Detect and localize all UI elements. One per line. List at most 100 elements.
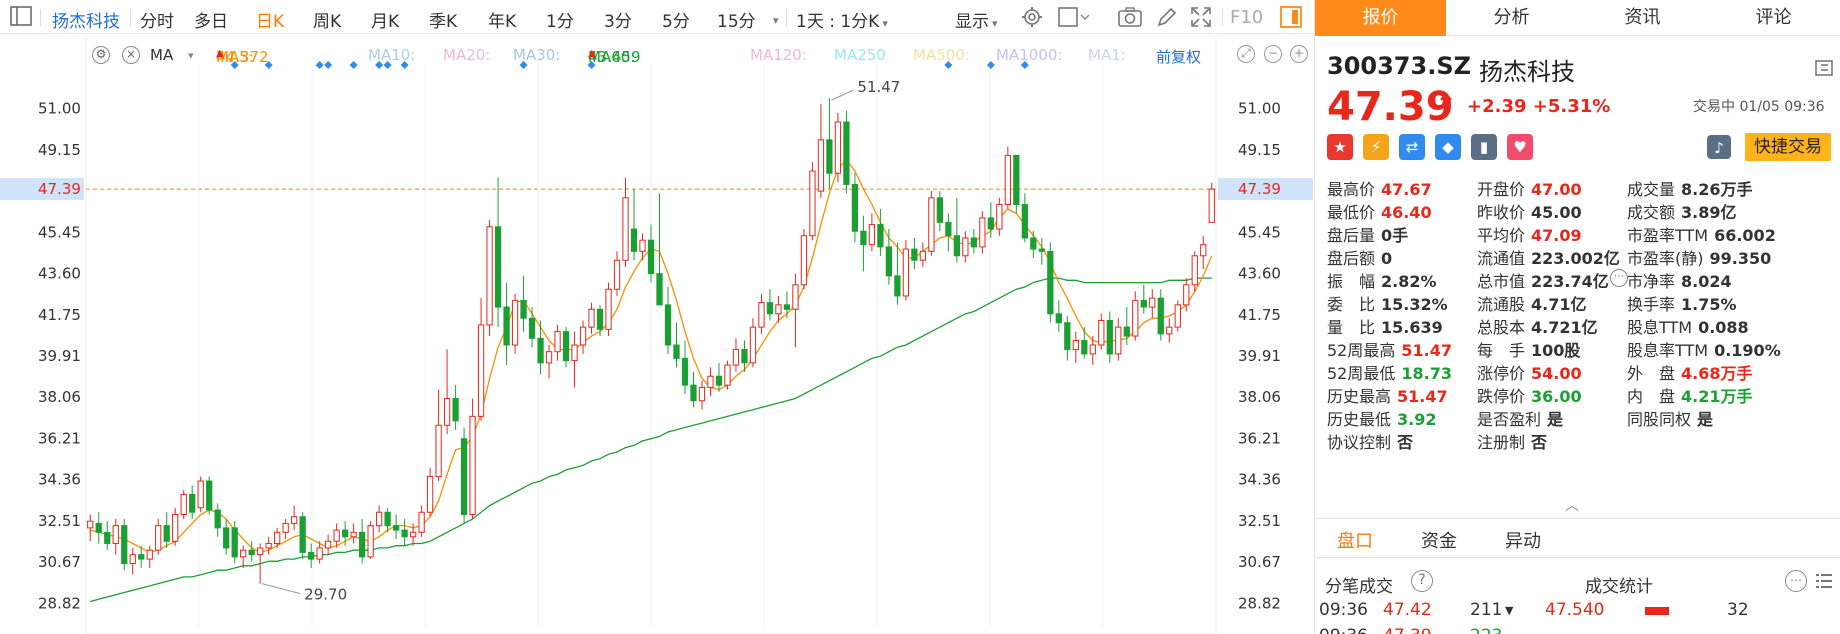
cn-flag-icon[interactable]: ★ <box>1327 134 1353 160</box>
candle-body <box>588 308 595 328</box>
ma250-indicator[interactable]: MA250 <box>834 46 886 64</box>
help-icon[interactable]: ? <box>1411 570 1433 592</box>
stat-value: 47.09 <box>1531 226 1582 245</box>
market-cap-more-icon[interactable]: ⋯ <box>1610 269 1628 287</box>
ma-settings-gear-icon[interactable]: ⚙ <box>92 46 110 64</box>
quote-tabs: 报价 分析 资讯 评论 <box>1315 0 1840 36</box>
sell-triangle-icon: ▼ <box>1505 604 1514 617</box>
tab-news[interactable]: 资讯 <box>1577 0 1708 36</box>
draw-pen-icon[interactable] <box>1156 6 1178 33</box>
candle-body <box>240 549 247 558</box>
stat-cell: 涨停价 54.00 <box>1477 360 1582 384</box>
period-tab-15min[interactable]: 15分 <box>717 7 756 32</box>
candle-body <box>257 547 264 556</box>
settings-gear-icon[interactable] <box>1021 6 1043 33</box>
trade-volume: 211 <box>1470 600 1503 620</box>
period-more-chevron-icon[interactable]: ▾ <box>770 9 779 29</box>
quick-trade-button[interactable]: 快捷交易 <box>1745 133 1831 161</box>
tab-unusual[interactable]: 异动 <box>1505 527 1541 553</box>
stats-row: 振 幅 2.82% 总市值 223.74亿 市净率 8.024 <box>1327 268 1837 292</box>
tag-icon[interactable]: ◆ <box>1435 134 1461 160</box>
chart-collapse-icon[interactable]: ⤢ <box>1237 45 1255 63</box>
trade-header: 分笔成交 ? 成交统计 ⋯ <box>1315 568 1840 598</box>
stat-label: 振 幅 <box>1327 272 1376 291</box>
stat-value: 51.47 <box>1397 387 1448 406</box>
candle-body <box>707 375 714 388</box>
ma120-indicator[interactable]: MA120: <box>750 46 807 64</box>
period-tab-yearly[interactable]: 年K <box>488 7 516 32</box>
stat-cell: 注册制否 <box>1477 429 1547 453</box>
period-tab-daily[interactable]: 日K <box>256 7 284 32</box>
stat-value: 51.47 <box>1401 341 1452 360</box>
y-tick-label-left: 28.82 <box>38 594 81 612</box>
ma1-indicator[interactable]: MA1: <box>1088 46 1126 64</box>
candle-body <box>520 299 527 319</box>
side-panel-toggle-icon[interactable] <box>1280 6 1302 33</box>
kline-chart[interactable]: 51.00 51.00 49.15 49.15 47.39 47.39 45.45 45.45… <box>0 36 1313 634</box>
candle <box>834 113 842 183</box>
period-tab-monthly[interactable]: 月K <box>371 7 399 32</box>
ma500-indicator[interactable]: MA500: <box>913 46 970 64</box>
tab-capital[interactable]: 资金 <box>1421 527 1457 553</box>
candle-body <box>783 304 791 310</box>
period-tab-multiday[interactable]: 多日 <box>194 7 228 32</box>
bookmark-icon[interactable]: ▮ <box>1471 134 1497 160</box>
layout-toggle-icon[interactable] <box>10 6 32 31</box>
collapse-chevron-up-icon[interactable]: ︿ <box>1565 495 1579 515</box>
candle-body <box>639 239 646 252</box>
stock-name-label[interactable]: 扬杰科技 <box>52 7 120 32</box>
ma30-indicator[interactable]: MA30: <box>513 46 560 64</box>
grid-menu-icon[interactable] <box>1815 572 1833 595</box>
stat-value: 47.67 <box>1381 180 1432 199</box>
period-tab-weekly[interactable]: 周K <box>313 7 341 32</box>
y-tick-label-right: 38.06 <box>1238 388 1281 406</box>
stats-price: 47.540 <box>1545 600 1605 620</box>
period-tab-5min[interactable]: 5分 <box>662 7 690 32</box>
candle-body <box>308 551 315 560</box>
stat-label: 成交量 <box>1627 180 1676 199</box>
candle-body <box>928 197 935 252</box>
tab-analysis[interactable]: 分析 <box>1446 0 1577 36</box>
f10-button[interactable]: F10 <box>1230 7 1263 28</box>
camera-icon[interactable] <box>1118 6 1142 33</box>
restore-adjust-button[interactable]: 前复权 <box>1156 46 1201 67</box>
fullscreen-icon[interactable] <box>1190 6 1212 33</box>
display-menu[interactable]: 显示 ▾ <box>955 7 998 32</box>
interval-selector[interactable]: 1天 : 1分K ▾ <box>796 7 888 32</box>
panel-layout-icon[interactable] <box>1815 60 1833 80</box>
alert-bell-icon[interactable]: ♪ <box>1707 135 1731 159</box>
period-tab-1min[interactable]: 1分 <box>546 7 574 32</box>
stat-label: 52周最高 <box>1327 341 1396 360</box>
flash-icon[interactable]: ⚡ <box>1363 134 1389 160</box>
stat-cell: 换手率 1.75% <box>1627 291 1737 315</box>
ma10-indicator[interactable]: MA10: <box>368 46 415 64</box>
trade-price: 47.39 <box>1383 626 1432 634</box>
ma-menu-label[interactable]: MA <box>150 46 173 64</box>
period-tab-minute[interactable]: 分时 <box>140 7 174 32</box>
ma60-up-arrow-icon: ▲ <box>588 48 596 59</box>
more-options-icon[interactable]: ⋯ <box>1785 570 1807 592</box>
candle-body <box>698 386 706 402</box>
period-tab-3min[interactable]: 3分 <box>604 7 632 32</box>
stat-label: 开盘价 <box>1477 180 1526 199</box>
kline-chart-area[interactable]: 51.00 51.00 49.15 49.15 47.39 47.39 45.45 45.45… <box>0 36 1313 634</box>
zoom-out-icon[interactable]: − <box>1264 45 1282 63</box>
zoom-in-icon[interactable]: + <box>1290 45 1308 63</box>
chart-style-icon[interactable] <box>1058 7 1090 32</box>
candle-body <box>95 522 102 533</box>
tab-order-book[interactable]: 盘口 <box>1337 527 1373 553</box>
candle <box>843 110 850 194</box>
ma1000-indicator[interactable]: MA1000: <box>996 46 1062 64</box>
ma20-indicator[interactable]: MA20: <box>443 46 490 64</box>
stat-label: 最低价 <box>1327 203 1376 222</box>
stats-row: 52周最低 18.73 涨停价 54.00 外 盘 4.68万手 <box>1327 360 1837 384</box>
ma-menu-chevron-icon[interactable]: ▾ <box>188 49 194 62</box>
ma-close-icon[interactable]: × <box>122 46 140 64</box>
stat-label: 是否盈利 <box>1477 410 1542 429</box>
favorite-heart-icon[interactable]: ♥ <box>1507 134 1533 160</box>
shuffle-icon[interactable]: ⇄ <box>1399 134 1425 160</box>
up-arrow-icon: ↑ <box>1435 90 1457 120</box>
tab-comments[interactable]: 评论 <box>1708 0 1839 36</box>
period-tab-quarterly[interactable]: 季K <box>429 7 457 32</box>
tab-quote[interactable]: 报价 <box>1315 0 1446 36</box>
